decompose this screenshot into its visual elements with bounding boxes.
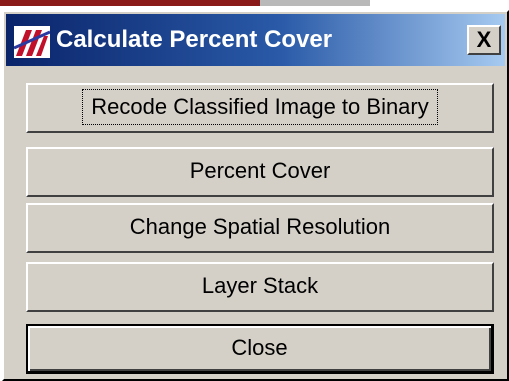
window-title: Calculate Percent Cover (56, 26, 333, 53)
recode-classified-image-button[interactable]: Recode Classified Image to Binary (26, 83, 494, 133)
percent-cover-button-label: Percent Cover (189, 158, 331, 183)
close-button-label: Close (231, 335, 288, 360)
title-bar[interactable]: Calculate Percent Cover X (6, 14, 505, 66)
layer-stack-button[interactable]: Layer Stack (26, 262, 494, 312)
percent-cover-button[interactable]: Percent Cover (26, 147, 494, 197)
change-spatial-resolution-button[interactable]: Change Spatial Resolution (26, 203, 494, 253)
change-spatial-resolution-button-label: Change Spatial Resolution (129, 214, 391, 239)
background-red-area (0, 0, 260, 6)
recode-button-label: Recode Classified Image to Binary (82, 89, 438, 125)
dialog-window: Calculate Percent Cover X Recode Classif… (2, 10, 509, 381)
app-logo-icon (14, 26, 50, 58)
layer-stack-button-label: Layer Stack (201, 273, 319, 298)
close-button[interactable]: Close (26, 324, 494, 374)
background-grey-area (260, 0, 370, 6)
screen: Calculate Percent Cover X Recode Classif… (0, 0, 509, 381)
close-window-button[interactable]: X (467, 25, 501, 55)
